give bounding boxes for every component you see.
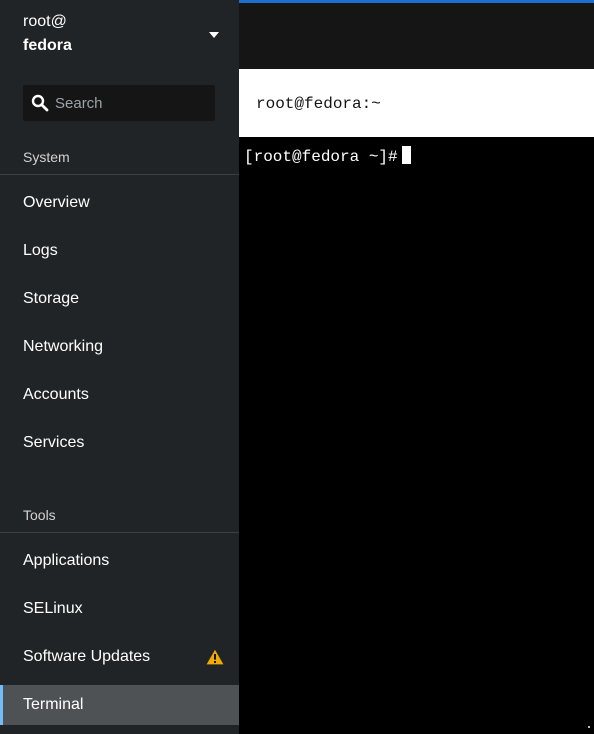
terminal-header: root@fedora:~ (239, 69, 594, 137)
terminal-screen[interactable]: [root@fedora ~]# (239, 137, 594, 734)
top-bar-accent (239, 0, 594, 3)
host-name: fedora (23, 37, 72, 54)
sidebar-item-overview[interactable]: Overview (0, 183, 239, 223)
main-content: root@fedora:~ [root@fedora ~]# (239, 0, 594, 734)
terminal-prompt-line: [root@fedora ~]# (244, 146, 411, 166)
sidebar-item-label: Logs (23, 242, 58, 259)
sidebar-item-logs[interactable]: Logs (0, 231, 239, 271)
sidebar-item-label: Software Updates (23, 648, 151, 665)
sidebar-item-accounts[interactable]: Accounts (0, 375, 239, 415)
sidebar: root@ fedora System Overview Logs Storag… (0, 0, 239, 734)
search-icon (31, 94, 49, 112)
terminal-title: root@fedora:~ (256, 95, 381, 113)
divider (0, 532, 239, 533)
sidebar-item-software-updates[interactable]: Software Updates (0, 637, 239, 677)
sidebar-item-networking[interactable]: Networking (0, 327, 239, 367)
sidebar-item-label: Overview (23, 194, 90, 211)
cockpit-app: root@ fedora System Overview Logs Storag… (0, 0, 594, 734)
search-box (23, 85, 215, 121)
sidebar-item-label: Storage (23, 290, 80, 307)
sidebar-item-label: Services (23, 434, 85, 451)
sidebar-item-selinux[interactable]: SELinux (0, 589, 239, 629)
sidebar-item-label: Terminal (23, 696, 84, 713)
sidebar-item-terminal[interactable]: Terminal (0, 685, 239, 725)
caret-down-icon (209, 32, 219, 38)
sidebar-item-applications[interactable]: Applications (0, 541, 239, 581)
resize-handle[interactable] (588, 726, 590, 728)
host-user: root@ (23, 13, 67, 30)
top-bar (239, 0, 594, 69)
sidebar-item-label: Networking (23, 338, 104, 355)
terminal-cursor (401, 146, 411, 164)
sidebar-item-label: Accounts (23, 386, 89, 403)
sidebar-item-storage[interactable]: Storage (0, 279, 239, 319)
sidebar-item-label: SELinux (23, 600, 83, 617)
divider (0, 174, 239, 175)
search-input[interactable] (55, 85, 211, 121)
section-title-system: System (23, 149, 70, 165)
sidebar-item-label: Applications (23, 552, 110, 569)
terminal-prompt: [root@fedora ~]# (244, 148, 398, 166)
host-switcher[interactable]: root@ fedora (0, 0, 239, 70)
warning-icon (206, 649, 224, 665)
section-title-tools: Tools (23, 507, 56, 523)
sidebar-item-services[interactable]: Services (0, 423, 239, 463)
